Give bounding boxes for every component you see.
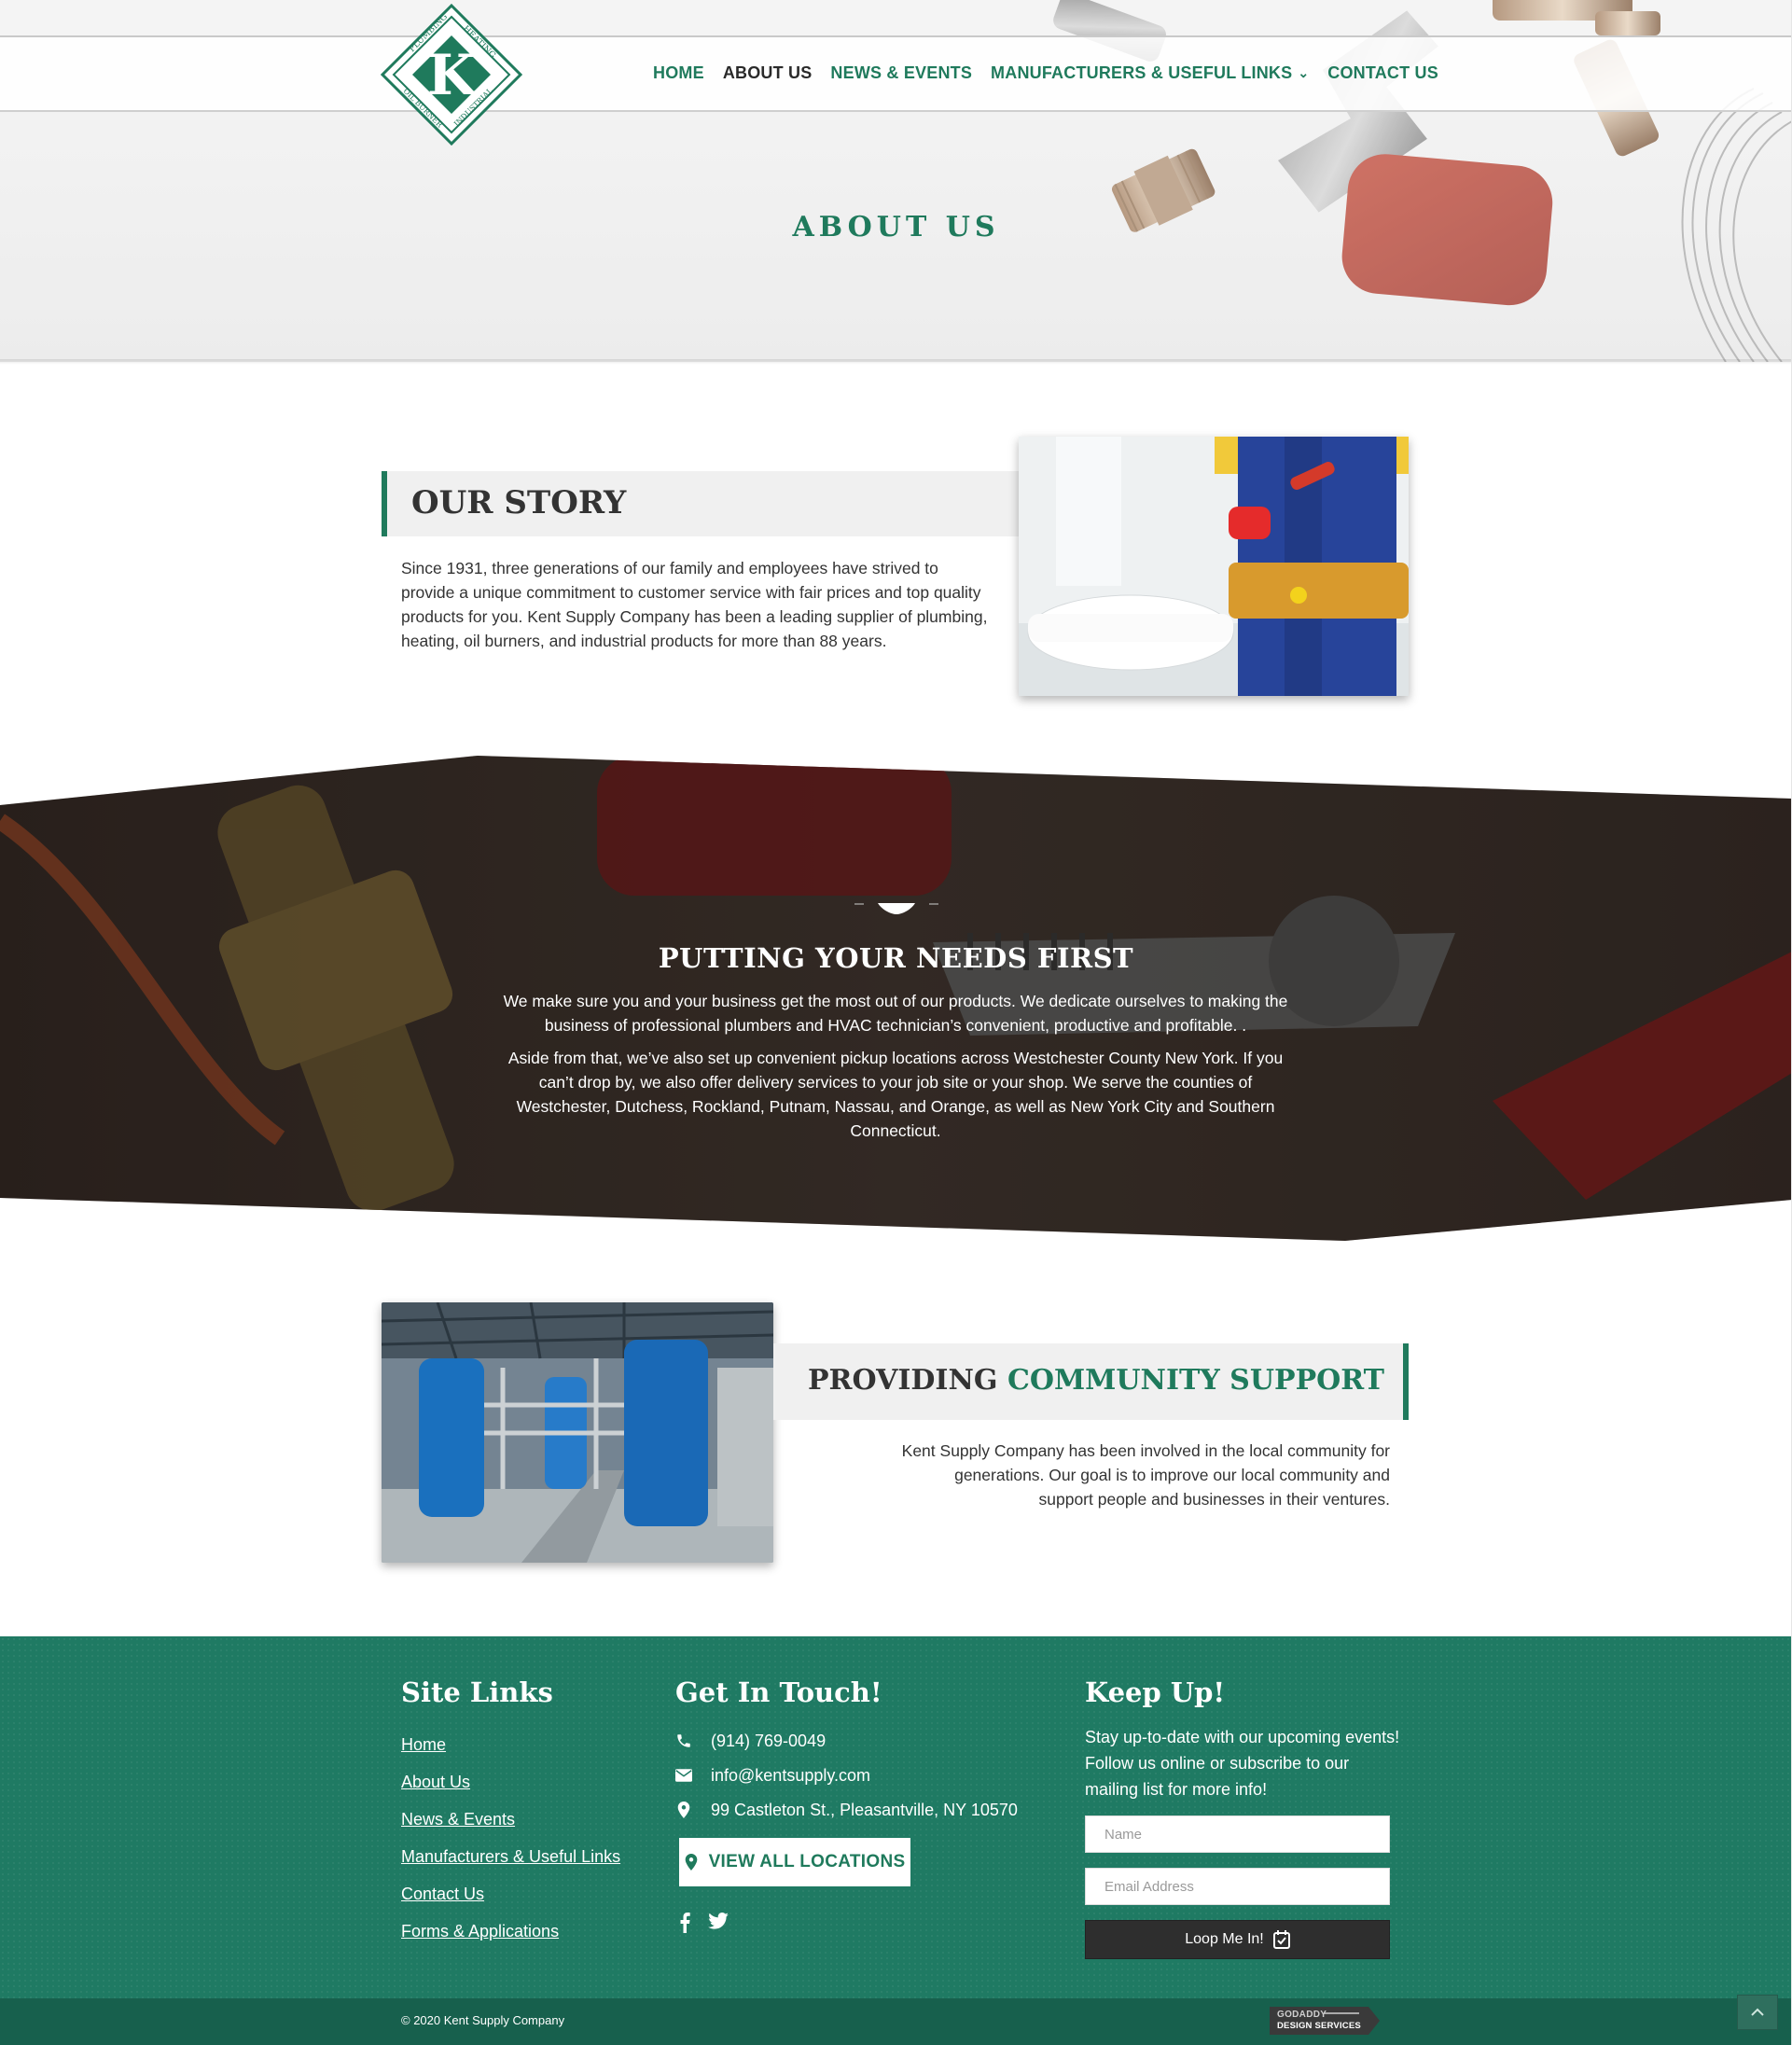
map-pin-icon [675, 1802, 692, 1818]
facility-photo [382, 1302, 773, 1563]
facebook-icon[interactable] [679, 1913, 690, 1933]
subscribe-label: Loop Me In! [1185, 1931, 1264, 1947]
contact-address-text: 99 Castleton St., Pleasantville, NY 1057… [711, 1800, 1018, 1819]
footer-link-home[interactable]: Home [401, 1735, 446, 1755]
needs-paragraph-2: Aside from that, we’ve also set up conve… [507, 1049, 1284, 1140]
community-text: Kent Supply Company has been involved in… [901, 1441, 1390, 1509]
godaddy-badge[interactable]: GODADDY DESIGN SERVICES [1266, 2005, 1382, 2037]
subscribe-button[interactable]: Loop Me In! [1085, 1920, 1390, 1959]
twitter-icon[interactable] [708, 1913, 729, 1929]
view-all-locations-label: VIEW ALL LOCATIONS [708, 1852, 906, 1871]
map-pin-icon [685, 1854, 698, 1871]
contact-phone-text: (914) 769-0049 [711, 1731, 827, 1750]
contact-phone[interactable]: (914) 769-0049 [675, 1730, 826, 1752]
footer-link-news[interactable]: News & Events [401, 1810, 515, 1829]
footer-link-about[interactable]: About Us [401, 1773, 470, 1792]
community-heading-bar: PROVIDING COMMUNITY SUPPORT [773, 1343, 1409, 1420]
needs-paragraph-1: We make sure you and your business get t… [503, 992, 1288, 1035]
scroll-to-top-button[interactable] [1737, 1995, 1778, 2030]
envelope-icon [675, 1767, 692, 1784]
footer-link-manufacturers[interactable]: Manufacturers & Useful Links [401, 1847, 620, 1867]
contact-email-text: info@kentsupply.com [711, 1765, 871, 1785]
section-divider-icon [854, 903, 938, 914]
calendar-check-icon [1272, 1930, 1290, 1949]
needs-heading: PUTTING YOUR NEEDS FIRST [658, 942, 1134, 974]
footer-link-contact[interactable]: Contact Us [401, 1885, 484, 1904]
community-heading: PROVIDING COMMUNITY SUPPORT [808, 1364, 1384, 1397]
sub-footer: © 2020 Kent Supply Company GODADDY DESIG… [0, 1998, 1792, 2045]
godaddy-badge-line1: GODADDY [1277, 2010, 1327, 2020]
community-heading-accent: COMMUNITY SUPPORT [1007, 1364, 1384, 1397]
footer-link-forms[interactable]: Forms & Applications [401, 1922, 559, 1941]
view-all-locations-button[interactable]: VIEW ALL LOCATIONS [679, 1838, 910, 1886]
godaddy-badge-line2: DESIGN SERVICES [1277, 2021, 1361, 2031]
get-in-touch-title: Get In Touch! [675, 1676, 882, 1708]
contact-address: 99 Castleton St., Pleasantville, NY 1057… [675, 1799, 1018, 1821]
contact-email[interactable]: info@kentsupply.com [675, 1764, 870, 1787]
keep-up-text: Stay up-to-date with our upcoming events… [1085, 1728, 1400, 1799]
keep-up-title: Keep Up! [1085, 1676, 1226, 1708]
site-links-title: Site Links [401, 1676, 553, 1708]
chevron-up-icon [1751, 2004, 1764, 2021]
community-heading-plain: PROVIDING [808, 1364, 998, 1397]
email-field[interactable] [1085, 1868, 1390, 1905]
phone-icon [675, 1732, 692, 1749]
copyright-text: © 2020 Kent Supply Company [401, 2013, 565, 2027]
name-field[interactable] [1085, 1815, 1390, 1853]
